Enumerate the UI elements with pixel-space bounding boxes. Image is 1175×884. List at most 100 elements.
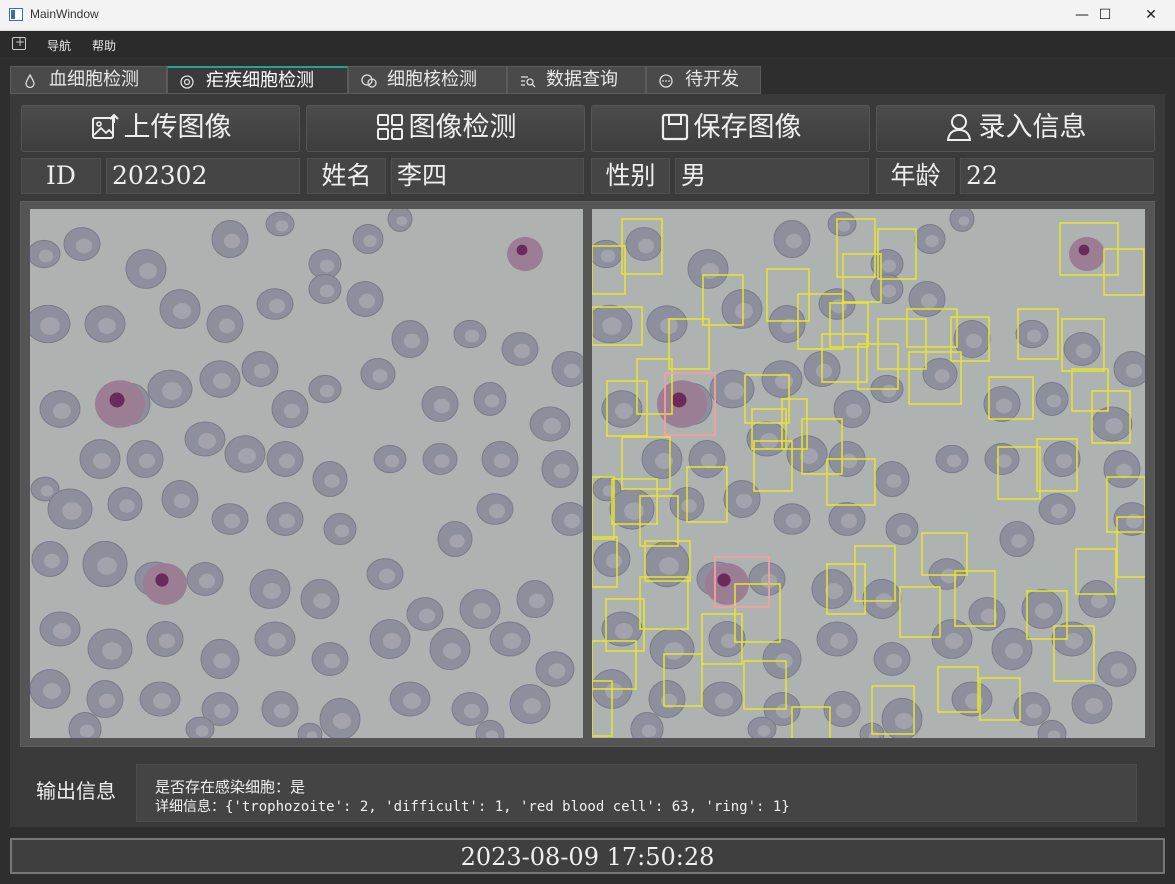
cell-center xyxy=(238,448,256,464)
detect-image-button[interactable]: 图像检测 xyxy=(306,105,585,152)
cell-center xyxy=(615,623,633,639)
cell-center xyxy=(715,693,733,709)
cell-center xyxy=(1125,363,1143,379)
age-label: 年龄 xyxy=(876,158,955,194)
menu-help[interactable]: 帮助 xyxy=(92,37,116,54)
cell-center xyxy=(615,403,633,419)
cell-center xyxy=(263,583,281,599)
add-window-icon[interactable] xyxy=(12,35,26,50)
cell-center xyxy=(1026,329,1042,343)
cell-center xyxy=(93,453,111,469)
save-image-button[interactable]: 保存图像 xyxy=(591,105,870,152)
more-icon xyxy=(659,74,673,88)
tab-malaria-cell[interactable]: 疟疾细胞检测 xyxy=(167,66,348,94)
cell-center xyxy=(384,454,400,468)
tab-label: 待开发 xyxy=(685,69,739,90)
cell-center xyxy=(153,693,171,709)
cell-center xyxy=(195,725,209,737)
cell-center xyxy=(1090,593,1108,609)
cell-center xyxy=(681,499,697,513)
cell-center xyxy=(605,683,623,699)
cell-center xyxy=(473,603,491,619)
cell-center xyxy=(363,235,377,247)
cell-center xyxy=(1035,603,1053,619)
tab-blood-cell[interactable]: 血细胞检测 xyxy=(10,66,167,94)
register-label: 录入信息 xyxy=(978,112,1087,143)
cell-center xyxy=(198,433,216,449)
drop-icon xyxy=(23,73,37,89)
cell-center xyxy=(253,363,271,379)
cell-center xyxy=(319,284,335,298)
tab-label: 疟疾细胞检测 xyxy=(206,70,314,91)
cell-center xyxy=(815,363,833,379)
cell-center xyxy=(463,703,481,719)
cell-center xyxy=(464,329,480,343)
cell-center xyxy=(38,249,54,263)
cell-center xyxy=(1011,534,1027,548)
cell-center xyxy=(283,403,301,419)
cell-center xyxy=(173,303,191,319)
age-field[interactable]: 22 xyxy=(960,158,1154,194)
tab-data-query[interactable]: 数据查询 xyxy=(507,66,646,94)
cell-center xyxy=(488,503,506,519)
cell-center xyxy=(837,220,851,232)
gender-field[interactable]: 男 xyxy=(675,158,869,194)
cell-center xyxy=(278,513,296,529)
cell-center xyxy=(637,238,655,254)
upload-image-button[interactable]: 上传图像 xyxy=(21,105,300,152)
user-icon xyxy=(945,112,975,142)
tab-nucleus[interactable]: 细胞核检测 xyxy=(348,66,507,94)
maximize-button[interactable]: ☐ xyxy=(1082,0,1128,31)
output-label: 输出信息 xyxy=(36,779,116,803)
cell-center xyxy=(433,398,451,414)
cell-center xyxy=(173,493,191,509)
parasite xyxy=(671,392,687,408)
cell-center xyxy=(138,453,156,469)
original-image xyxy=(30,209,583,738)
save-icon xyxy=(660,112,690,142)
cell-center xyxy=(79,724,95,738)
cell-center xyxy=(1050,503,1068,519)
cell-center xyxy=(484,394,500,408)
cell-center xyxy=(724,382,744,400)
cell-center xyxy=(624,502,644,520)
output-detail-line: 详细信息：{'trophozoite': 2, 'difficult': 1, … xyxy=(155,799,790,815)
detected-smear-image xyxy=(592,209,1145,738)
cell-center xyxy=(563,363,581,379)
close-button[interactable]: ✕ xyxy=(1128,0,1174,31)
cell-center xyxy=(543,418,561,434)
cell-center xyxy=(830,298,848,314)
cell-center xyxy=(403,333,421,349)
cell-center xyxy=(600,249,616,263)
cell-center xyxy=(443,643,461,659)
id-field[interactable]: 202302 xyxy=(106,158,300,194)
cell-center xyxy=(383,633,401,649)
tab-under-development[interactable]: 待开发 xyxy=(646,66,761,94)
cell-center xyxy=(830,633,848,649)
cell-center xyxy=(43,553,61,569)
cell-center xyxy=(605,553,623,569)
cell-center xyxy=(434,454,450,468)
cell-center xyxy=(1005,643,1023,659)
cell-center xyxy=(1110,663,1128,679)
parasite xyxy=(1078,244,1090,256)
cell-center xyxy=(896,524,912,538)
name-field[interactable]: 李四 xyxy=(391,158,584,194)
cell-center xyxy=(659,557,679,575)
gender-label: 性别 xyxy=(591,158,670,194)
cell-center xyxy=(1025,703,1043,719)
cell-center xyxy=(278,453,296,469)
id-label: ID xyxy=(21,158,101,194)
cell-center xyxy=(323,653,341,669)
cell-center xyxy=(1085,698,1103,714)
cell-center xyxy=(528,593,546,609)
menu-navigate[interactable]: 导航 xyxy=(47,37,71,54)
cell-center xyxy=(449,534,465,548)
cell-center xyxy=(333,713,351,729)
cell-center xyxy=(925,235,939,247)
cell-center xyxy=(403,693,421,709)
detect-label: 图像检测 xyxy=(408,112,517,143)
register-info-button[interactable]: 录入信息 xyxy=(876,105,1155,152)
cell-center xyxy=(840,513,858,529)
parasite xyxy=(516,244,528,256)
